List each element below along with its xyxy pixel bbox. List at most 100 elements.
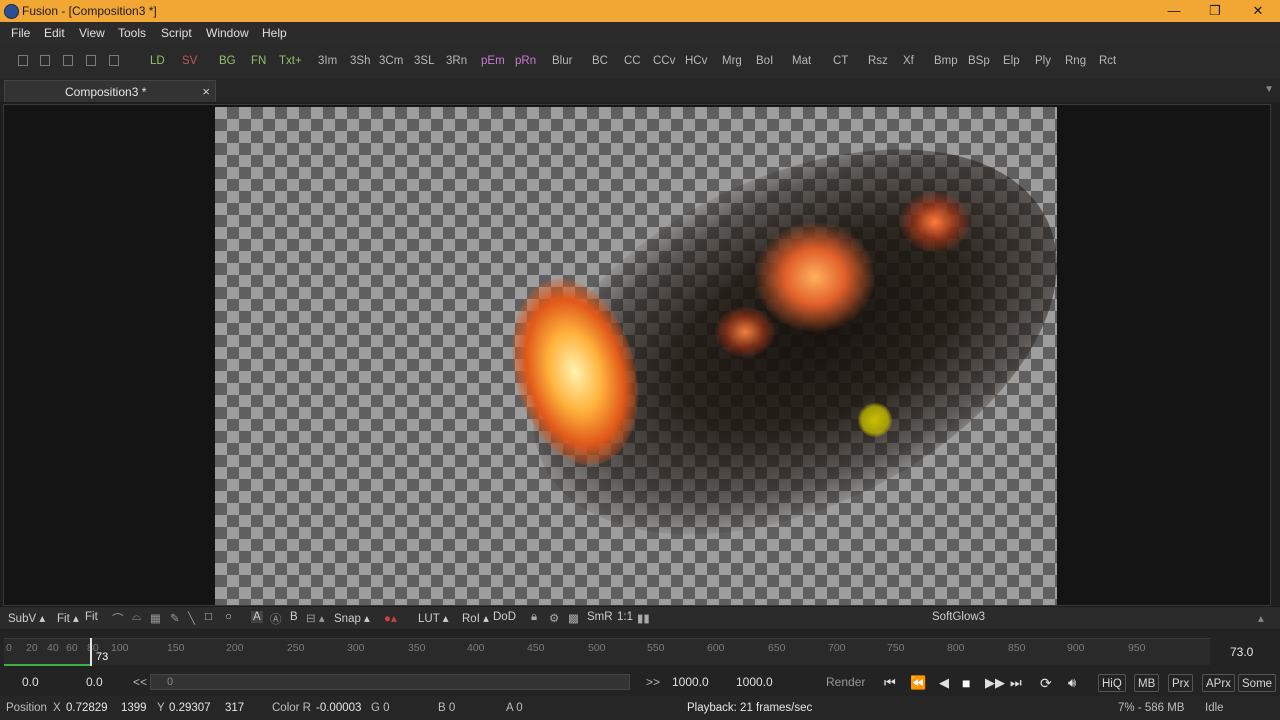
tab-close-icon[interactable]: × [202,84,210,99]
tool-button-ply[interactable]: Ply [1035,55,1051,67]
histogram-icon[interactable]: ▮▮ [637,611,650,625]
lock-icon[interactable]: 🔒︎ [531,611,537,624]
smr-button[interactable]: SmR [587,611,613,623]
render-end-field[interactable]: 1000.0 [672,675,709,689]
tool-button-fn[interactable]: FN [251,55,266,67]
menu-view[interactable]: View [79,26,105,40]
audio-icon[interactable]: 🔊︎ [1068,675,1076,691]
tool-button-boi[interactable]: BoI [756,55,773,67]
checker-icon[interactable]: ▩ [568,611,579,625]
print-icon[interactable] [109,55,119,66]
tool-button-xf[interactable]: Xf [903,55,914,67]
tool-button-mrg[interactable]: Mrg [722,55,742,67]
close-button[interactable]: ✕ [1248,2,1268,20]
step-back-icon[interactable]: ⏪ [910,675,926,691]
image-viewer[interactable] [3,104,1271,606]
viewer-canvas[interactable] [215,107,1057,605]
dod-button[interactable]: DoD [493,611,516,623]
lut-menu[interactable]: LUT ▴ [418,611,449,625]
ratio-button[interactable]: 1:1 [617,611,633,623]
print-icon[interactable]: ⊟ ▴ [306,611,325,625]
layout-icon[interactable] [40,55,50,66]
tool-button-hcv[interactable]: HCv [685,55,707,67]
spline-icon[interactable]: ⌒ [112,611,124,627]
circle-icon[interactable]: ○ [225,611,232,623]
hiq-button[interactable]: HiQ [1098,674,1126,692]
stop-icon[interactable]: ■ [962,675,970,691]
tool-button-txt[interactable]: Txt+ [279,55,302,67]
menu-window[interactable]: Window [206,26,249,40]
tool-button-cc[interactable]: CC [624,55,641,67]
tool-button-3sh[interactable]: 3Sh [350,55,370,67]
rewind-button[interactable]: << [133,675,147,689]
tool-button-bc[interactable]: BC [592,55,608,67]
tool-button-ccv[interactable]: CCv [653,55,675,67]
menu-tools[interactable]: Tools [118,26,146,40]
ruler-track[interactable]: 0 20 40 60 80 100 150 200 250 300 350 400 450 500 550 6… [4,638,1210,665]
tool-button-pem[interactable]: pEm [481,55,505,67]
tool-button-mat[interactable]: Mat [792,55,811,67]
play-icon[interactable]: ▶▶ [985,675,1005,691]
go-to-start-icon[interactable]: ⏮ [884,675,896,691]
polyline-icon[interactable]: ⌓ [132,611,141,624]
tool-button-sv[interactable]: SV [182,55,197,67]
time-scrubber[interactable]: 0 [150,674,630,690]
subview-menu[interactable]: SubV ▴ [8,611,45,625]
tool-button-elp[interactable]: Elp [1003,55,1020,67]
loop-icon[interactable]: ⟳ [1040,675,1052,692]
roi-menu[interactable]: RoI ▴ [462,611,489,625]
tool-button-3rn[interactable]: 3Rn [446,55,467,67]
prx-button[interactable]: Prx [1168,674,1194,692]
tool-button-blur[interactable]: Blur [552,55,572,67]
snap-menu[interactable]: Snap ▴ [334,611,370,625]
layout-icon[interactable] [63,55,73,66]
layout-icon[interactable] [86,55,96,66]
tool-button-3sl[interactable]: 3SL [414,55,434,67]
render-start-field[interactable]: 0.0 [86,675,103,689]
maximize-button[interactable]: ❐ [1205,2,1225,20]
tool-button-bmp[interactable]: Bmp [934,55,958,67]
tool-button-ct[interactable]: CT [833,55,848,67]
minimize-button[interactable]: — [1164,2,1184,20]
global-end-field[interactable]: 1000.0 [736,675,773,689]
menu-script[interactable]: Script [161,26,192,40]
fit-button[interactable]: Fit [85,611,98,623]
color-channel-icon[interactable]: ●▴ [384,611,397,625]
tool-button-3cm[interactable]: 3Cm [379,55,403,67]
mb-button[interactable]: MB [1134,674,1160,692]
compare-icon[interactable]: Ⓐ [270,611,282,627]
fast-forward-button[interactable]: >> [646,675,660,689]
tool-button-bsp[interactable]: BSp [968,55,990,67]
tool-button-rsz[interactable]: Rsz [868,55,888,67]
viewer-menu-icon[interactable]: ▴ [1258,611,1264,625]
paint-icon[interactable]: ✎ [170,611,180,625]
time-ruler[interactable]: 0 20 40 60 80 100 150 200 250 300 350 400 450 500 550 6… [0,630,1280,670]
playhead[interactable] [90,638,92,666]
tool-button-rct[interactable]: Rct [1099,55,1116,67]
menu-edit[interactable]: Edit [44,26,65,40]
tool-button-ld[interactable]: LD [150,55,165,67]
menu-help[interactable]: Help [262,26,287,40]
buffer-b-button[interactable]: B [290,611,298,623]
tool-button-3im[interactable]: 3Im [318,55,337,67]
go-to-end-icon[interactable]: ⏭ [1010,675,1022,691]
menu-file[interactable]: File [11,26,30,40]
tool-button-bg[interactable]: BG [219,55,236,67]
settings-icon[interactable]: ⚙︎ [549,611,559,625]
tab-composition3[interactable]: Composition3 * × [4,80,216,102]
tab-dropdown-icon[interactable]: ▼ [1264,84,1274,95]
global-start-field[interactable]: 0.0 [22,675,39,689]
render-button[interactable]: Render [826,675,865,689]
play-reverse-icon[interactable]: ◀ [939,675,949,691]
aprx-button[interactable]: APrx [1202,674,1235,692]
buffer-a-button[interactable]: A [251,611,263,623]
rectangle-icon[interactable]: □ [205,611,212,623]
tool-button-rng[interactable]: Rng [1065,55,1086,67]
fit-menu[interactable]: Fit ▴ [57,611,79,625]
tool-button-prn[interactable]: pRn [515,55,536,67]
current-time-field[interactable]: 73.0 [1230,645,1253,659]
grid-icon[interactable]: ▦ [150,611,161,625]
some-button[interactable]: Some [1238,674,1277,692]
layout-icon[interactable] [18,55,28,66]
line-icon[interactable]: ╲ [188,611,195,625]
